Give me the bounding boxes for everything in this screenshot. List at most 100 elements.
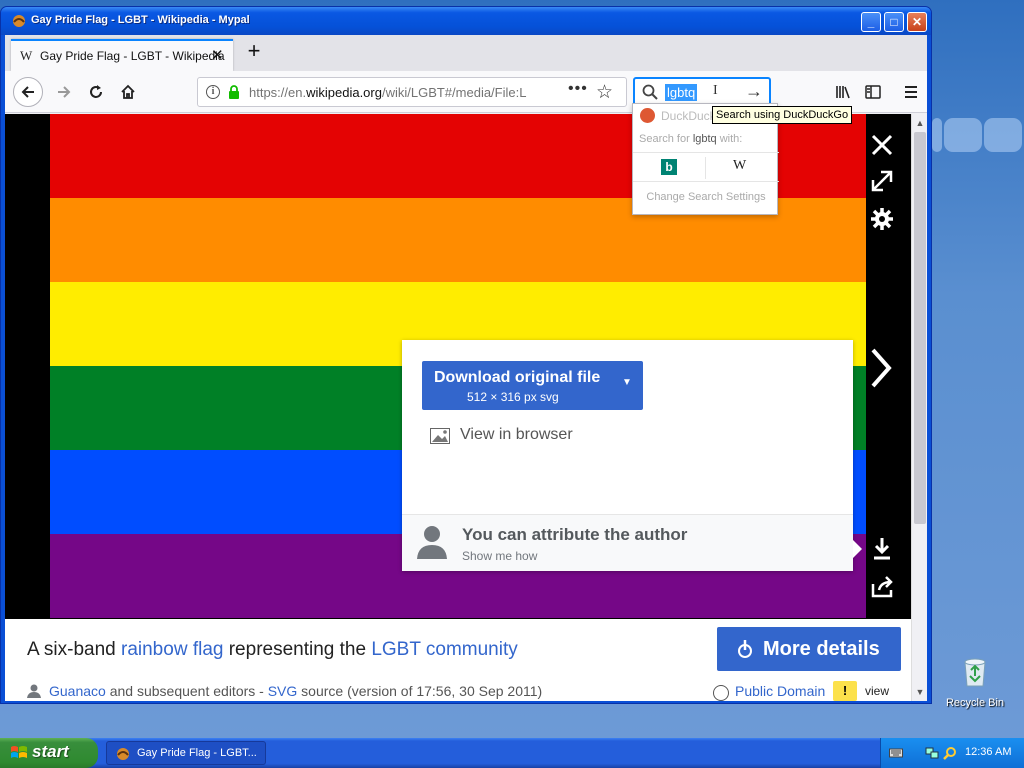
settings-gear-icon[interactable] <box>867 204 897 234</box>
search-engines-row: b W <box>633 152 779 182</box>
url-prefix: https://en. <box>249 85 307 100</box>
tooltip: Search using DuckDuckGo <box>712 106 853 124</box>
back-button[interactable] <box>13 77 43 107</box>
caption-prefix: A six-band <box>27 639 121 660</box>
home-button[interactable] <box>113 77 143 107</box>
tab-strip: W Gay Pride Flag - LGBT - Wikipedia ✕ + <box>5 35 927 71</box>
search-icon[interactable] <box>943 746 957 760</box>
home-icon <box>121 84 135 99</box>
title-bar[interactable]: Gay Pride Flag - LGBT - Wikipedia - Mypa… <box>1 7 931 35</box>
taskbar-item-browser[interactable]: Gay Pride Flag - LGBT... <box>106 741 266 765</box>
keyboard-icon[interactable] <box>889 746 903 760</box>
chevron-down-icon[interactable]: ▼ <box>622 377 632 388</box>
info-icon[interactable]: i <box>206 85 220 99</box>
attribution-section[interactable]: You can attribute the author Show me how <box>402 514 853 571</box>
view-in-browser-label: View in browser <box>460 426 573 443</box>
source-text: source (version of 17:56, 30 Sep 2011) <box>297 683 543 699</box>
start-button[interactable]: start <box>0 738 98 768</box>
tab-active[interactable]: W Gay Pride Flag - LGBT - Wikipedia ✕ <box>11 39 233 71</box>
back-icon <box>21 86 34 98</box>
bing-icon[interactable]: b <box>661 159 677 175</box>
window-title: Gay Pride Flag - LGBT - Wikipedia - Mypa… <box>31 14 250 26</box>
page-actions-icon[interactable]: ••• <box>568 80 588 98</box>
image-icon <box>430 428 450 444</box>
viewer-close-icon[interactable] <box>867 130 897 160</box>
url-bar[interactable]: i https://en.wikipedia.org/wiki/LGBT#/me… <box>197 77 627 107</box>
engine-separator <box>705 157 706 179</box>
url-path: /wiki/LGBT#/media/File:L <box>381 85 527 100</box>
fullscreen-icon[interactable] <box>867 166 897 196</box>
bookmark-star-icon[interactable]: ☆ <box>596 81 613 104</box>
lock-icon <box>229 85 239 99</box>
scrollbar-thumb[interactable] <box>914 132 926 524</box>
windows-logo-icon <box>11 746 27 758</box>
minimize-button[interactable]: _ <box>861 12 881 32</box>
download-size: 512 × 316 px svg <box>467 390 559 404</box>
public-domain-icon <box>713 685 729 701</box>
caption-middle: representing the <box>223 639 372 660</box>
show-me-how-link[interactable]: Show me how <box>462 549 537 563</box>
user-icon <box>27 684 41 698</box>
tab-close-button[interactable]: ✕ <box>211 46 224 64</box>
search-for-prefix: Search for <box>639 133 693 145</box>
lgbt-community-link[interactable]: LGBT community <box>371 639 517 660</box>
author-link[interactable]: Guanaco <box>49 683 106 699</box>
search-go-icon[interactable]: → <box>745 81 763 102</box>
warning-icon: ! <box>833 681 857 701</box>
text-cursor-icon: I <box>713 83 718 98</box>
url-domain: wikipedia.org <box>306 85 382 100</box>
editors-text: and subsequent editors - <box>105 683 268 699</box>
system-tray: 12:36 AM <box>880 738 1024 768</box>
public-domain-link[interactable]: Public Domain <box>735 683 825 699</box>
recycle-bin-label: Recycle Bin <box>945 697 1005 709</box>
forward-button[interactable] <box>49 77 79 107</box>
library-icon[interactable] <box>831 80 855 104</box>
recycle-bin-icon <box>964 658 986 687</box>
search-for-query: lgbtq <box>692 133 717 145</box>
menu-icon[interactable] <box>899 80 923 104</box>
search-engine-label[interactable]: DuckDuck <box>661 109 716 123</box>
view-license-link[interactable]: view <box>865 684 889 698</box>
page-content: Download original file 512 × 316 px svg … <box>5 114 927 701</box>
new-tab-button[interactable]: + <box>241 39 267 65</box>
more-details-button[interactable]: More details <box>717 627 901 671</box>
rainbow-flag-link[interactable]: rainbow flag <box>121 639 223 660</box>
next-image-icon[interactable] <box>865 346 895 390</box>
network-icon[interactable] <box>925 746 939 760</box>
forward-icon <box>58 86 71 98</box>
download-original-button[interactable]: Download original file 512 × 316 px svg … <box>422 361 643 410</box>
scroll-down-icon[interactable]: ▼ <box>913 685 927 699</box>
close-window-button[interactable]: ✕ <box>907 12 927 32</box>
reload-button[interactable] <box>81 77 111 107</box>
start-label: start <box>32 742 69 761</box>
scroll-up-icon[interactable]: ▲ <box>913 116 927 130</box>
maximize-button[interactable]: □ <box>884 12 904 32</box>
sidebar-icon[interactable] <box>861 80 885 104</box>
wikipedia-search-icon[interactable]: W <box>733 158 746 174</box>
mypal-app-icon <box>13 15 25 27</box>
hand-pointer-icon <box>738 640 752 658</box>
download-panel-arrow <box>853 540 862 558</box>
image-caption: A six-band rainbow flag representing the… <box>27 639 518 661</box>
caption-bar: A six-band rainbow flag representing the… <box>5 619 911 701</box>
reload-icon <box>90 85 102 98</box>
taskbar: start Gay Pride Flag - LGBT... 12:36 AM <box>0 738 1024 768</box>
desktop-decoration <box>984 118 1022 152</box>
clock: 12:36 AM <box>965 746 1012 758</box>
recycle-bin[interactable]: Recycle Bin <box>944 656 1006 709</box>
more-details-label: More details <box>763 638 880 660</box>
desktop-decoration <box>944 118 982 152</box>
wikipedia-favicon-icon: W <box>20 48 33 63</box>
share-icon[interactable] <box>867 572 897 602</box>
url-text: https://en.wikipedia.org/wiki/LGBT#/medi… <box>249 85 535 100</box>
svg-link[interactable]: SVG <box>268 683 298 699</box>
vertical-scrollbar[interactable]: ▲ ▼ <box>911 114 927 701</box>
person-icon <box>417 526 447 559</box>
search-for-suffix: with: <box>716 133 743 145</box>
search-input[interactable]: lgbtq <box>665 84 698 101</box>
tab-title: Gay Pride Flag - LGBT - Wikipedia <box>40 49 225 63</box>
change-search-settings[interactable]: Change Search Settings <box>633 191 779 203</box>
download-icon[interactable] <box>867 534 897 564</box>
download-panel: Download original file 512 × 316 px svg … <box>402 340 853 571</box>
mypal-app-icon <box>117 748 129 760</box>
